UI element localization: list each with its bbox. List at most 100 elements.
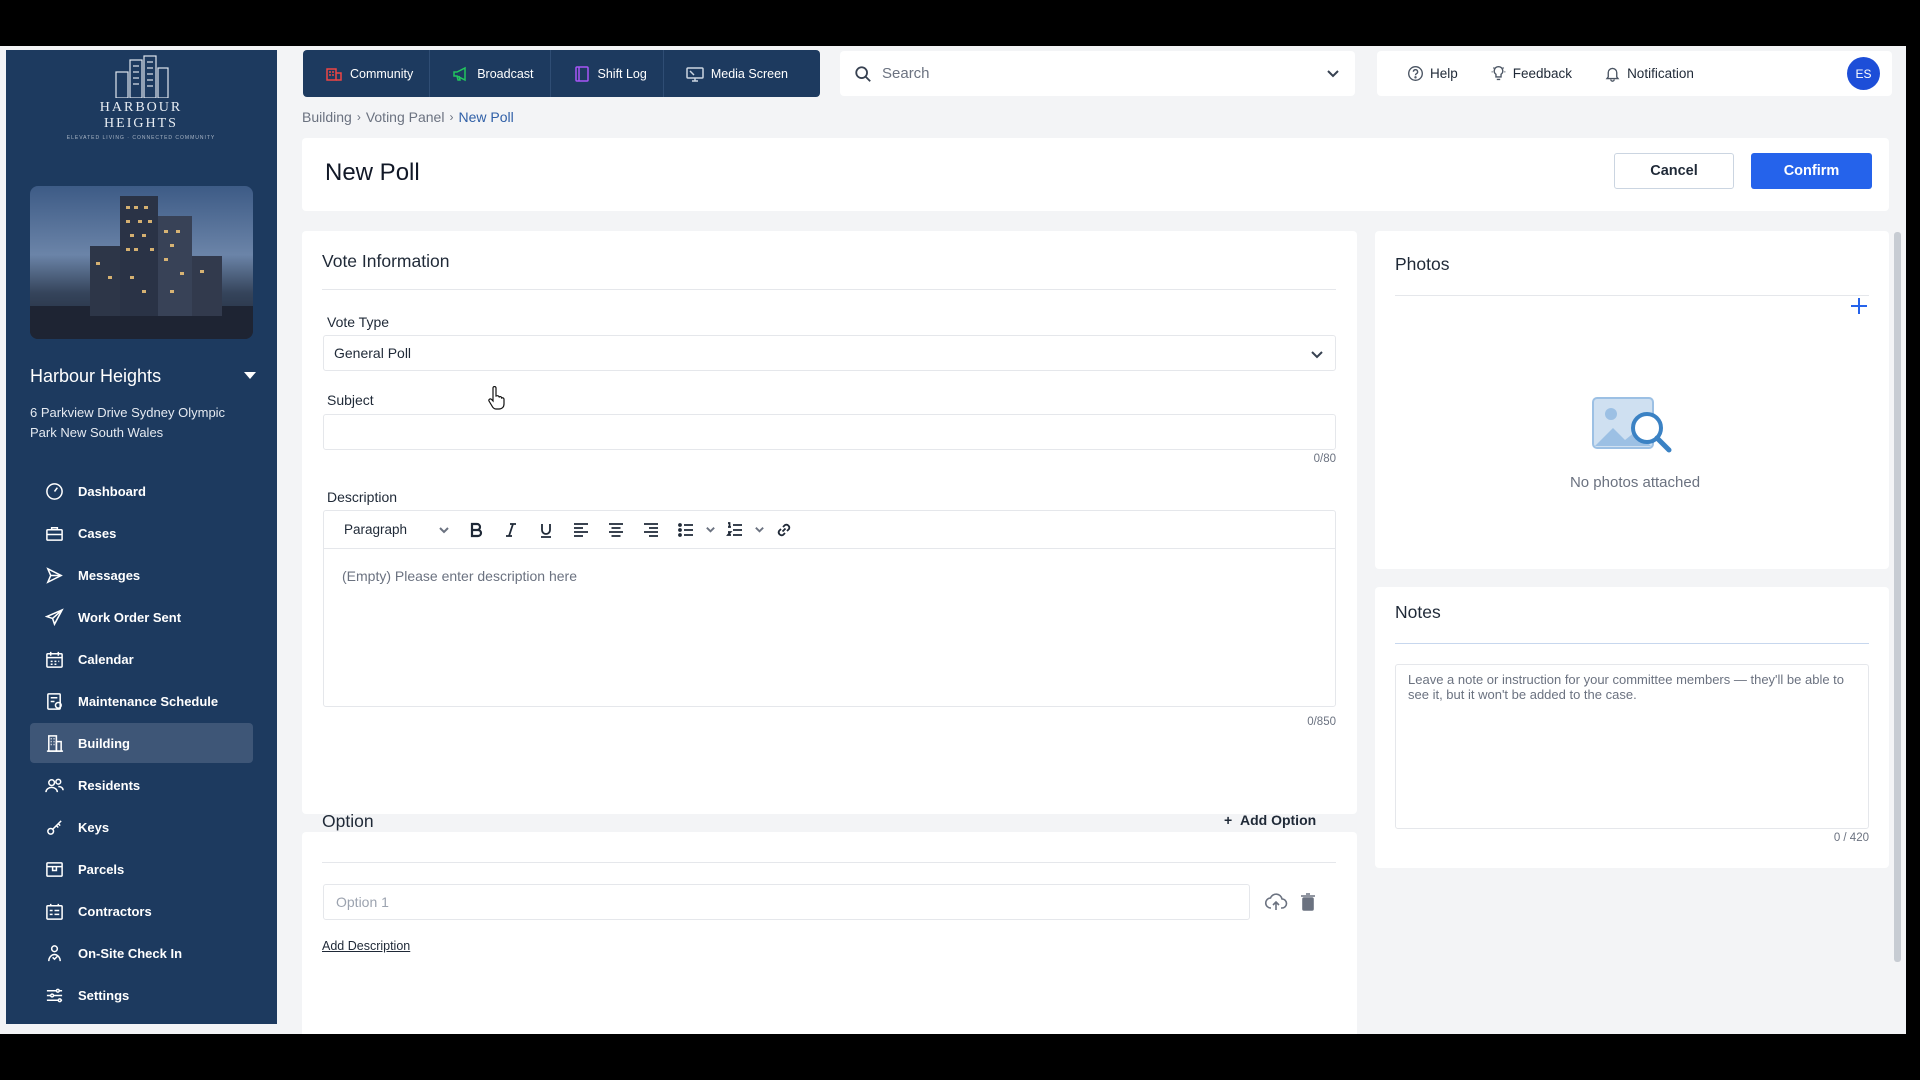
editor-toolbar: Paragraph	[324, 511, 1335, 549]
building-photo-illustration	[30, 196, 253, 339]
page-title: New Poll	[325, 159, 420, 186]
upload-button[interactable]	[1263, 889, 1289, 915]
property-name[interactable]: Harbour Heights	[30, 366, 161, 387]
link-button[interactable]	[766, 517, 801, 543]
underline-icon	[540, 523, 551, 538]
paragraph-style-select[interactable]: Paragraph	[336, 518, 458, 542]
schedule-icon	[44, 691, 64, 711]
add-option-button[interactable]: + Add Option	[1224, 812, 1316, 828]
confirm-button[interactable]: Confirm	[1751, 153, 1872, 189]
utility-bar: Help Feedback Notification ES	[1377, 51, 1892, 96]
notes-title: Notes	[1395, 602, 1441, 622]
cancel-button[interactable]: Cancel	[1614, 153, 1734, 189]
search-input[interactable]	[882, 65, 1312, 82]
vote-information-title: Vote Information	[322, 251, 450, 271]
underline-button[interactable]	[528, 517, 563, 543]
breadcrumb-separator-icon: ›	[356, 110, 361, 124]
sidebar-item-contractors[interactable]: Contractors	[30, 891, 253, 931]
logo-tagline: ELEVATED LIVING · CONNECTED COMMUNITY	[66, 135, 216, 141]
contractors-icon	[44, 901, 64, 921]
sidebar-item-label: Building	[78, 735, 130, 751]
sidebar-item-maintenance-schedule[interactable]: Maintenance Schedule	[30, 681, 253, 721]
sidebar-item-work-order-sent[interactable]: Work Order Sent	[30, 597, 253, 637]
tab-media-screen[interactable]: Media Screen	[664, 50, 804, 97]
breadcrumb-separator-icon: ›	[449, 110, 454, 124]
trash-icon	[1301, 893, 1315, 911]
sidebar-nav: Dashboard Cases Messages Work Order Sent…	[30, 471, 253, 1017]
sidebar-item-building[interactable]: Building	[30, 723, 253, 763]
numbered-list-button[interactable]	[717, 517, 752, 543]
photos-title: Photos	[1395, 254, 1450, 274]
briefcase-icon	[44, 523, 64, 543]
subject-input[interactable]	[323, 414, 1336, 450]
description-editor: Paragraph (Empty) Please enter descripti…	[323, 510, 1336, 707]
help-button[interactable]: Help	[1407, 65, 1458, 82]
chevron-down-icon	[705, 527, 715, 533]
key-icon	[44, 817, 64, 837]
italic-button[interactable]	[493, 517, 528, 543]
breadcrumb-current: New Poll	[458, 109, 514, 125]
sidebar-item-dashboard[interactable]: Dashboard	[30, 471, 253, 511]
align-center-button[interactable]	[598, 517, 633, 543]
breadcrumb-voting-panel[interactable]: Voting Panel	[366, 109, 445, 125]
bullet-list-dropdown[interactable]	[703, 517, 717, 543]
letterbox-right	[1906, 46, 1920, 1034]
numbered-list-icon	[725, 521, 742, 536]
option-1-input[interactable]	[323, 884, 1250, 920]
vote-type-select[interactable]: General Poll	[323, 335, 1336, 371]
sidebar-item-calendar[interactable]: Calendar	[30, 639, 253, 679]
bullet-list-icon	[677, 522, 693, 537]
sidebar-item-label: Residents	[78, 777, 141, 793]
page-scrollbar[interactable]	[1894, 232, 1901, 962]
brand-logo[interactable]: HARBOUR HEIGHTS ELEVATED LIVING · CONNEC…	[66, 54, 216, 141]
tab-shift-log[interactable]: Shift Log	[551, 50, 664, 97]
tab-broadcast[interactable]: Broadcast	[430, 50, 551, 97]
paragraph-style-value: Paragraph	[344, 522, 408, 537]
add-description-link[interactable]: Add Description	[322, 939, 410, 953]
bullet-list-button[interactable]	[668, 517, 703, 543]
align-right-button[interactable]	[633, 517, 668, 543]
notes-textarea[interactable]	[1395, 664, 1869, 829]
breadcrumb-building[interactable]: Building	[302, 109, 352, 125]
description-placeholder[interactable]: (Empty) Please enter description here	[342, 568, 577, 584]
add-option-label: Add Option	[1239, 812, 1317, 828]
sidebar-item-cases[interactable]: Cases	[30, 513, 253, 553]
bold-button[interactable]	[458, 517, 493, 543]
tab-label: Community	[350, 66, 414, 81]
property-address: 6 Parkview Drive Sydney Olympic Park New…	[30, 405, 226, 440]
sidebar-item-label: Cases	[78, 525, 117, 541]
property-caret-icon[interactable]	[244, 372, 256, 379]
sidebar-item-settings[interactable]: Settings	[30, 975, 253, 1015]
delete-option-button[interactable]	[1295, 889, 1321, 915]
numbered-list-dropdown[interactable]	[752, 517, 766, 543]
sidebar-item-label: Keys	[78, 819, 110, 835]
sidebar-item-label: Parcels	[78, 861, 125, 877]
sidebar-item-label: Work Order Sent	[78, 609, 182, 625]
add-photo-button[interactable]	[1848, 295, 1870, 317]
sidebar-item-label: On-Site Check In	[78, 945, 183, 961]
no-photos-text: No photos attached	[1569, 474, 1701, 491]
align-left-button[interactable]	[563, 517, 598, 543]
feedback-button[interactable]: Feedback	[1490, 65, 1572, 82]
notification-button[interactable]: Notification	[1604, 65, 1694, 82]
divider	[322, 289, 1336, 290]
letterbox-bottom	[0, 1034, 1920, 1080]
divider	[322, 862, 1336, 863]
residents-icon	[44, 775, 64, 795]
sidebar-item-on-site-check-in[interactable]: On-Site Check In	[30, 933, 253, 973]
tab-community[interactable]: Community	[303, 50, 431, 97]
italic-icon	[505, 522, 516, 537]
sidebar-item-keys[interactable]: Keys	[30, 807, 253, 847]
building-photo	[30, 186, 253, 339]
tab-label: Broadcast	[477, 66, 534, 81]
chevron-down-icon[interactable]	[1325, 65, 1341, 81]
send-icon	[44, 565, 64, 585]
sidebar-item-messages[interactable]: Messages	[30, 555, 253, 595]
community-icon	[326, 67, 342, 81]
avatar[interactable]: ES	[1847, 57, 1880, 90]
sidebar-item-residents[interactable]: Residents	[30, 765, 253, 805]
log-icon	[574, 65, 589, 82]
sidebar-item-parcels[interactable]: Parcels	[30, 849, 253, 889]
tab-label: Media Screen	[710, 66, 788, 81]
check-in-icon	[44, 943, 64, 963]
